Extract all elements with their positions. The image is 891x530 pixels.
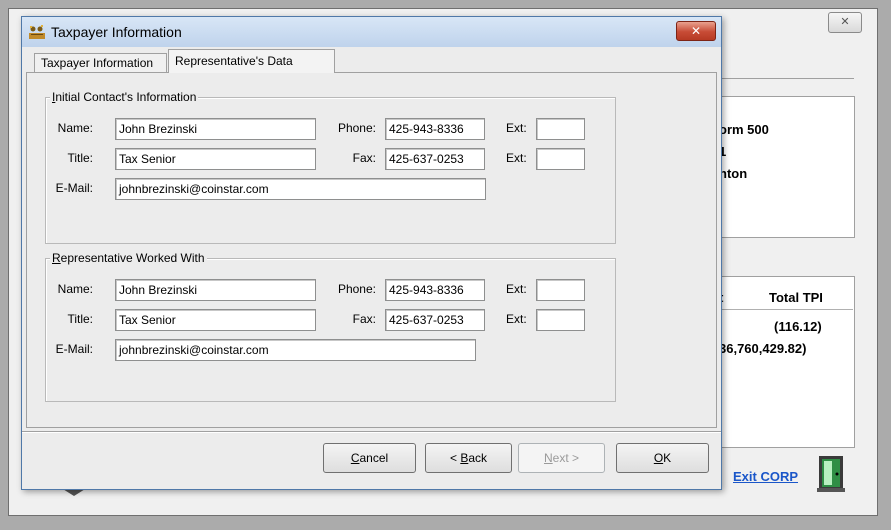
initial-name-input[interactable]: John Brezinski [115, 118, 316, 140]
rep-email-label: E-Mail: [55, 342, 93, 356]
rep-title-input[interactable]: Tax Senior [115, 309, 316, 331]
rep-fax-input[interactable]: 425-637-0253 [385, 309, 485, 331]
rep-title-label: Title: [67, 312, 93, 326]
rep-fax-ext-input[interactable] [536, 309, 585, 331]
rep-phone-ext-label: Ext: [506, 282, 527, 296]
ok-button[interactable]: OK [616, 443, 709, 473]
initial-phone-ext-input[interactable] [536, 118, 585, 140]
dialog-titlebar[interactable]: Taxpayer Information ✕ [22, 17, 721, 47]
initial-phone-ext-label: Ext: [506, 121, 527, 135]
rep-phone-input[interactable]: 425-943-8336 [385, 279, 485, 301]
tab-taxpayer-information[interactable]: Taxpayer Information [34, 53, 167, 72]
initial-fax-ext-label: Ext: [506, 151, 527, 165]
next-button[interactable]: Next > [518, 443, 605, 473]
exit-door-icon[interactable] [815, 454, 847, 497]
background-separator [712, 78, 854, 79]
tab-representatives-data[interactable]: Representative's Data [168, 49, 335, 73]
background-panel-line: nton [719, 166, 748, 181]
representative-worked-with-legend: Representative Worked With [50, 251, 207, 265]
background-total-value: 36,760,429.82) [719, 341, 807, 356]
initial-phone-input[interactable]: 425-943-8336 [385, 118, 485, 140]
back-button[interactable]: < Back [425, 443, 512, 473]
exit-corp-link[interactable]: Exit CORP [733, 469, 798, 484]
background-close-button[interactable]: ✕ [828, 12, 862, 33]
taxpayer-information-dialog: Taxpayer Information ✕ Taxpayer Informat… [21, 16, 722, 490]
initial-fax-label: Fax: [352, 151, 376, 165]
dialog-close-button[interactable]: ✕ [676, 21, 716, 41]
initial-title-input[interactable]: Tax Senior [115, 148, 316, 170]
background-panel-line: orm 500 [719, 122, 769, 137]
initial-fax-ext-input[interactable] [536, 148, 585, 170]
button-bar-separator-highlight [22, 432, 721, 433]
background-total-value: (116.12) [774, 319, 822, 334]
initial-name-label: Name: [57, 121, 93, 135]
rep-email-input[interactable]: johnbrezinski@coinstar.com [115, 339, 476, 361]
initial-phone-label: Phone: [337, 121, 376, 135]
initial-email-input[interactable]: johnbrezinski@coinstar.com [115, 178, 486, 200]
rep-name-label: Name: [57, 282, 93, 296]
rep-phone-label: Phone: [337, 282, 376, 296]
rep-fax-label: Fax: [352, 312, 376, 326]
initial-title-label: Title: [67, 151, 93, 165]
rep-fax-ext-label: Ext: [506, 312, 527, 326]
initial-email-label: E-Mail: [55, 181, 93, 195]
rep-phone-ext-input[interactable] [536, 279, 585, 301]
initial-fax-input[interactable]: 425-637-0253 [385, 148, 485, 170]
background-column-header-total-tpi: Total TPI [769, 290, 823, 305]
rep-name-input[interactable]: John Brezinski [115, 279, 316, 301]
initial-contact-legend: Initial Contact's Information [50, 90, 199, 104]
dialog-title: Taxpayer Information [51, 24, 182, 40]
background-header-line [712, 309, 853, 310]
taxpayer-app-icon [29, 24, 45, 40]
cancel-button[interactable]: Cancel [323, 443, 416, 473]
